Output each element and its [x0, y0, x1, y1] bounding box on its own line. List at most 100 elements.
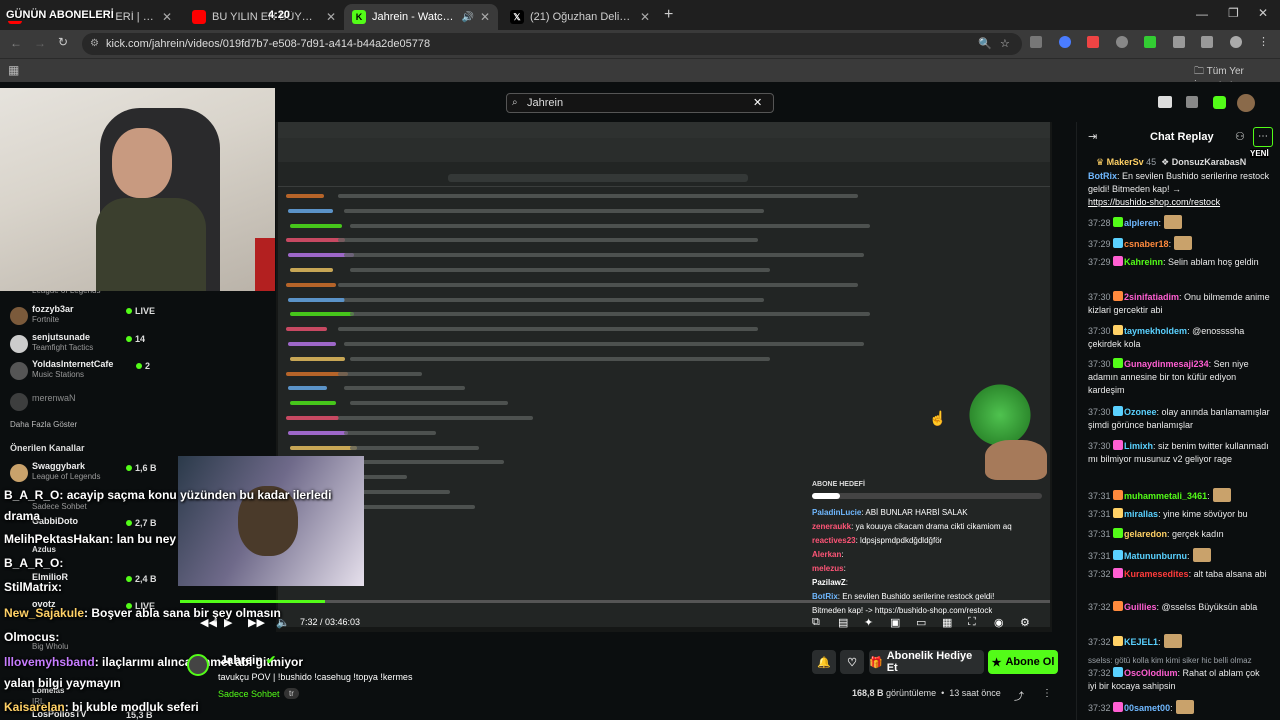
close-window-icon[interactable]: ✕ — [1258, 6, 1268, 20]
more-options-icon[interactable]: ⋮ — [1042, 688, 1052, 699]
chat-menu-icon[interactable]: ⋯ — [1253, 127, 1273, 147]
channel-avatar[interactable] — [187, 654, 209, 676]
sidebar-channel-offline[interactable]: merenwaN — [8, 390, 158, 416]
media-control-icon[interactable] — [1201, 36, 1213, 48]
progress-bar-track[interactable] — [325, 600, 1050, 603]
chat-username[interactable]: 00samet00 — [1124, 703, 1170, 713]
overlay-chat-user[interactable]: zeneraukk — [812, 522, 851, 531]
show-more-link[interactable]: Daha Fazla Göster — [10, 420, 77, 429]
follow-heart-button[interactable]: ♡ — [840, 650, 864, 674]
channel-name[interactable]: Azdus — [32, 545, 56, 554]
close-tab-icon[interactable]: ✕ — [326, 10, 336, 24]
overlay-chat-user[interactable]: PaladinLucie — [812, 508, 861, 517]
gift-sub-button[interactable]: 🎁 Abonelik Hediye Et — [869, 650, 984, 674]
chat-username[interactable]: Kuramesedites — [1124, 569, 1189, 579]
browser-tab-2[interactable]: BU YILIN EN BÜYÜK DRAMASI ✕ — [184, 4, 344, 30]
progress-bar-fill[interactable] — [180, 600, 325, 603]
browser-tab-4[interactable]: 𝕏 (21) Oğuzhan Delihasanoğlu on ✕ — [502, 4, 658, 30]
chat-username[interactable]: KEJEL1 — [1124, 637, 1158, 647]
notification-bell-button[interactable]: 🔔 — [812, 650, 836, 674]
overlay-chat-text: : — [59, 556, 64, 570]
audio-icon[interactable]: 🔊 — [461, 12, 473, 23]
sparkle-icon[interactable]: ✦ — [864, 616, 873, 629]
subscribe-button[interactable]: ★ Abone Ol — [988, 650, 1058, 674]
overlay-chat-user[interactable]: melezus — [812, 564, 844, 573]
close-tab-icon[interactable]: ✕ — [480, 10, 490, 24]
gifter-name[interactable]: DonsuzKarabasN — [1172, 157, 1247, 167]
chat-timestamp: 37:32 — [1088, 703, 1114, 713]
chat-username[interactable]: csnaber18 — [1124, 239, 1169, 249]
overlay-chat-user[interactable]: PazilawZ — [812, 578, 846, 587]
channel-game: Teamfight Tactics — [32, 343, 94, 352]
chat-username[interactable]: Gunaydinmesaji234 — [1124, 359, 1209, 369]
forward-icon[interactable]: → — [34, 36, 46, 50]
fullscreen-icon[interactable]: ⛶ — [968, 616, 976, 629]
overlay-chat-user[interactable]: reactives23 — [812, 536, 856, 545]
bookmark-star-icon[interactable]: ☆ — [1000, 33, 1010, 55]
close-tab-icon[interactable]: ✕ — [640, 10, 650, 24]
extension-icon[interactable] — [1115, 36, 1128, 48]
emote-icon — [1164, 215, 1183, 229]
kick-icon[interactable] — [1213, 96, 1226, 109]
menu-kebab-icon[interactable]: ⋮ — [1258, 36, 1270, 48]
studio-icon[interactable] — [1158, 96, 1172, 108]
chat-username[interactable]: taymekholdem — [1124, 326, 1187, 336]
channel-name[interactable]: Jahrein ✔ — [220, 653, 276, 667]
minimize-icon[interactable]: — — [1196, 7, 1208, 21]
extension-icon[interactable] — [1144, 36, 1156, 48]
apps-grid-icon[interactable]: ▦ — [8, 63, 19, 77]
chat-username[interactable]: gelaredon — [1124, 529, 1167, 539]
layout-icon[interactable] — [1186, 96, 1198, 108]
chat-username[interactable]: Limixh — [1124, 441, 1153, 451]
settings-gear-icon[interactable]: ⚙ — [1020, 616, 1030, 629]
theater-icon[interactable]: ▭ — [916, 616, 926, 629]
chat-link[interactable]: https://bushido-shop.com/restock — [1088, 197, 1220, 207]
profile-icon[interactable] — [1229, 36, 1242, 48]
chat-username[interactable]: Kahreinn — [1124, 257, 1163, 267]
site-info-icon[interactable]: ⚙ — [90, 33, 99, 55]
chat-username[interactable]: OscOlodium — [1124, 668, 1178, 678]
extension-icon[interactable] — [1030, 36, 1042, 48]
chat-users-icon[interactable]: ⚇ — [1235, 130, 1245, 143]
chat-username[interactable]: mirallas — [1124, 509, 1158, 519]
zoom-icon[interactable]: 🔍 — [978, 33, 992, 55]
extensions-puzzle-icon[interactable] — [1172, 36, 1185, 48]
stream-category[interactable]: Sadece Sohbet — [218, 689, 280, 699]
chat-username[interactable]: Matununburnu — [1124, 551, 1187, 561]
collapse-chat-icon[interactable]: ⇥ — [1088, 130, 1097, 143]
view-label: görüntüleme — [886, 688, 937, 698]
clear-search-icon[interactable]: ✕ — [753, 94, 762, 112]
chat-username[interactable]: Guillies — [1124, 602, 1157, 612]
browser-tab-3-active[interactable]: K Jahrein - Watch the VOD on 🔊 ✕ — [344, 4, 498, 30]
sidebar-recommended-channel[interactable]: Swaggybark League of Legends 1,6 B — [8, 461, 158, 487]
sidebar-channel[interactable]: YoldasInternetCafe Music Stations 2 — [8, 359, 158, 385]
chat-username[interactable]: muhammetali_3461 — [1124, 491, 1207, 501]
cast-icon[interactable]: ▦ — [942, 616, 952, 629]
chat-username[interactable]: BotRix — [1088, 171, 1117, 181]
search-input[interactable]: ⌕ Jahrein ✕ — [506, 93, 774, 113]
back-icon[interactable]: ← — [10, 36, 22, 50]
new-tab-icon[interactable]: + — [664, 6, 673, 24]
chat-username[interactable]: Ozonee — [1124, 407, 1157, 417]
extension-icon[interactable] — [1058, 36, 1071, 48]
restore-icon[interactable]: ❐ — [1228, 6, 1239, 20]
share-icon[interactable]: ⤴ — [1014, 688, 1024, 703]
reload-icon[interactable]: ↻ — [58, 35, 68, 49]
gifter-name[interactable]: MakerSv — [1107, 157, 1144, 167]
overlay-chat-user[interactable]: Alerkan — [812, 550, 841, 559]
close-tab-icon[interactable]: ✕ — [162, 10, 172, 24]
sidebar-channel[interactable]: senjutsunade Teamfight Tactics 14 — [8, 332, 158, 358]
x-icon: 𝕏 — [510, 10, 524, 24]
clip-icon[interactable]: ⧉ — [812, 616, 820, 629]
chat-toggle-icon[interactable]: ▤ — [838, 616, 848, 629]
extension-icon[interactable] — [1087, 36, 1099, 48]
speed-icon[interactable]: ◉ — [994, 616, 1004, 629]
tab-label: BU YILIN EN BÜYÜK DRAMASI — [212, 11, 320, 23]
sidebar-channel[interactable]: fozzyb3ar Fortnite LIVE — [8, 304, 158, 330]
user-avatar[interactable] — [1237, 94, 1255, 112]
language-tag[interactable]: tr — [284, 688, 299, 699]
chat-username[interactable]: 2sinifatiadim — [1124, 292, 1179, 302]
chat-username[interactable]: alpleren — [1124, 218, 1159, 228]
address-bar[interactable]: ⚙ kick.com/jahrein/videos/019fd7b7-e508-… — [82, 33, 1022, 55]
pip-icon[interactable]: ▣ — [890, 616, 900, 629]
